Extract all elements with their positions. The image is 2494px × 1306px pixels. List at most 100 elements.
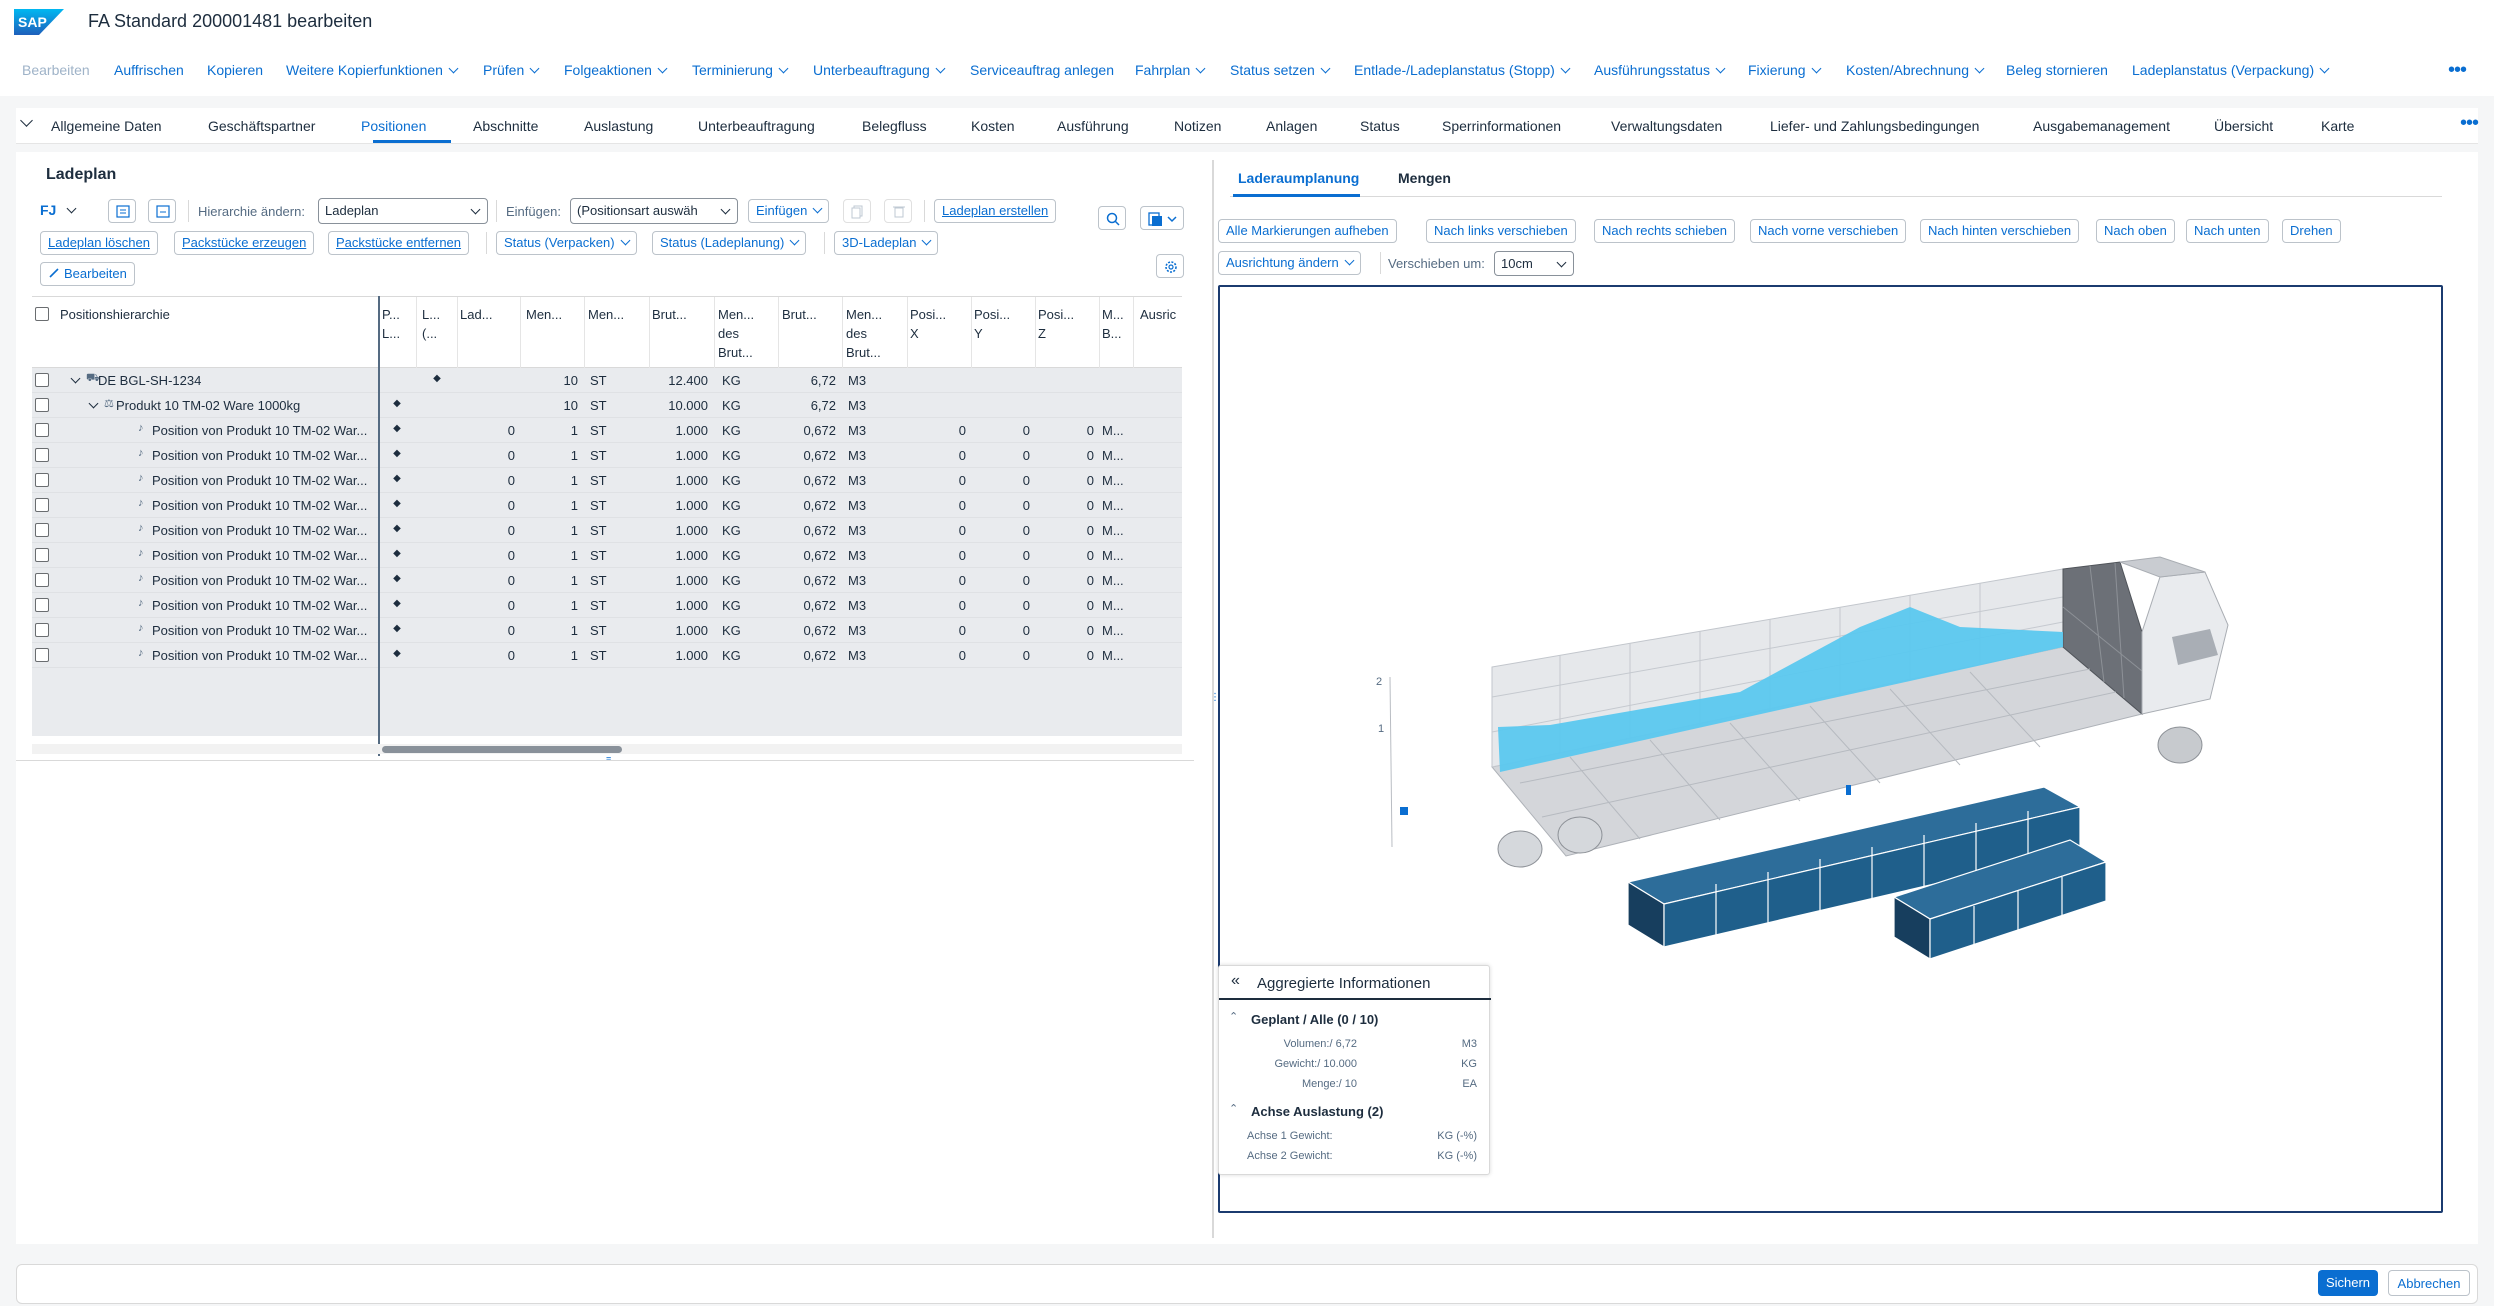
column-divider[interactable] bbox=[416, 297, 417, 369]
column-header[interactable]: Lad... bbox=[460, 305, 493, 324]
tab-ausgabemanagement[interactable]: Ausgabemanagement bbox=[2033, 118, 2170, 134]
view-button-alle-markierungen-aufheben[interactable]: Alle Markierungen aufheben bbox=[1218, 219, 1397, 243]
action-entlade-ladeplanstatus-stopp-[interactable]: Entlade-/Ladeplanstatus (Stopp) bbox=[1354, 62, 1571, 78]
column-header[interactable]: Positionshierarchie bbox=[60, 305, 170, 324]
tab-karte[interactable]: Karte bbox=[2321, 118, 2354, 134]
remove-packages-button[interactable]: Packstücke entfernen bbox=[328, 231, 470, 255]
action-beleg-stornieren[interactable]: Beleg stornieren bbox=[2006, 62, 2108, 78]
export-menu-button[interactable] bbox=[1140, 206, 1184, 230]
expand-row-icon[interactable] bbox=[88, 398, 99, 409]
action-terminierung[interactable]: Terminierung bbox=[692, 62, 789, 78]
expand-row-icon[interactable] bbox=[70, 373, 81, 384]
tab-verwaltungsdaten[interactable]: Verwaltungsdaten bbox=[1611, 118, 1722, 134]
move-by-select[interactable]: 10cm bbox=[1494, 251, 1574, 276]
copy-button[interactable] bbox=[843, 199, 871, 223]
column-header[interactable]: P... L... bbox=[382, 305, 400, 343]
column-header[interactable]: Brut... bbox=[652, 305, 687, 324]
column-header[interactable]: Brut... bbox=[782, 305, 817, 324]
column-divider[interactable] bbox=[520, 297, 521, 369]
action-fixierung[interactable]: Fixierung bbox=[1748, 62, 1822, 78]
table-row[interactable]: ♪ Position von Produkt 10 TM-02 War... ◆ 0 1… bbox=[32, 468, 1182, 493]
row-checkbox[interactable] bbox=[35, 473, 49, 487]
status-loadplan-button[interactable]: Status (Ladeplanung) bbox=[652, 231, 807, 255]
view-button-nach-links-verschieben[interactable]: Nach links verschieben bbox=[1426, 219, 1576, 243]
table-row[interactable]: ♪ Position von Produkt 10 TM-02 War... ◆ 0 1… bbox=[32, 418, 1182, 443]
column-divider[interactable] bbox=[778, 297, 779, 369]
view-button-nach-unten[interactable]: Nach unten bbox=[2186, 219, 2269, 243]
insert-button[interactable]: Einfügen bbox=[748, 199, 830, 223]
orientation-button[interactable]: Ausrichtung ändern bbox=[1218, 251, 1361, 275]
collapse-header-icon[interactable] bbox=[20, 114, 33, 127]
row-checkbox[interactable] bbox=[35, 398, 49, 412]
table-row[interactable]: ♪ Position von Produkt 10 TM-02 War... ◆ 0 1… bbox=[32, 543, 1182, 568]
column-divider[interactable] bbox=[1099, 297, 1100, 369]
tab-kosten[interactable]: Kosten bbox=[971, 118, 1015, 134]
column-header[interactable]: M... B... bbox=[1102, 305, 1124, 343]
action-prüfen[interactable]: Prüfen bbox=[483, 62, 540, 78]
tab-unterbeauftragung[interactable]: Unterbeauftragung bbox=[698, 118, 815, 134]
delete-button[interactable] bbox=[884, 199, 912, 223]
tab-positionen[interactable]: Positionen bbox=[361, 118, 426, 134]
expand-all-button[interactable] bbox=[108, 199, 136, 223]
select-all-checkbox[interactable] bbox=[35, 307, 49, 321]
action-serviceauftrag-anlegen[interactable]: Serviceauftrag anlegen bbox=[970, 62, 1114, 78]
column-header[interactable]: L... (... bbox=[422, 305, 440, 343]
save-button[interactable]: Sichern bbox=[2318, 1270, 2378, 1296]
row-checkbox[interactable] bbox=[35, 523, 49, 537]
tab-abschnitte[interactable]: Abschnitte bbox=[473, 118, 538, 134]
action-unterbeauftragung[interactable]: Unterbeauftragung bbox=[813, 62, 946, 78]
row-checkbox[interactable] bbox=[35, 423, 49, 437]
tab-mengen[interactable]: Mengen bbox=[1398, 170, 1451, 186]
delete-ladeplan-button[interactable]: Ladeplan löschen bbox=[40, 231, 158, 255]
action-status-setzen[interactable]: Status setzen bbox=[1230, 62, 1331, 78]
column-header[interactable]: Men... bbox=[526, 305, 562, 324]
column-divider[interactable] bbox=[907, 297, 908, 369]
tab-status[interactable]: Status bbox=[1360, 118, 1400, 134]
tab-liefer-und-zahlungsbedingungen[interactable]: Liefer- und Zahlungsbedingungen bbox=[1770, 118, 1979, 134]
tab-sperrinformationen[interactable]: Sperrinformationen bbox=[1442, 118, 1561, 134]
scrollbar-thumb[interactable] bbox=[382, 746, 622, 753]
table-resize-grip-icon[interactable]: ≡ bbox=[606, 754, 611, 764]
table-row[interactable]: ⛟ DE BGL-SH-1234 ◆ 10 ST 12.400 KG 6,72 M3 bbox=[32, 368, 1182, 393]
action-folgeaktionen[interactable]: Folgeaktionen bbox=[564, 62, 668, 78]
table-row[interactable]: ♪ Position von Produkt 10 TM-02 War... ◆ 0 1… bbox=[32, 443, 1182, 468]
table-row[interactable]: ♪ Position von Produkt 10 TM-02 War... ◆ 0 1… bbox=[32, 518, 1182, 543]
cancel-button[interactable]: Abbrechen bbox=[2388, 1270, 2470, 1296]
view-button-nach-hinten-verschieben[interactable]: Nach hinten verschieben bbox=[1920, 219, 2080, 243]
tab-belegfluss[interactable]: Belegfluss bbox=[862, 118, 927, 134]
edit-button[interactable]: Bearbeiten bbox=[40, 262, 135, 286]
action-kosten-abrechnung[interactable]: Kosten/Abrechnung bbox=[1846, 62, 1985, 78]
column-divider[interactable] bbox=[1133, 297, 1134, 369]
create-packages-button[interactable]: Packstücke erzeugen bbox=[174, 231, 315, 255]
action-kopieren[interactable]: Kopieren bbox=[207, 62, 263, 78]
create-ladeplan-button[interactable]: Ladeplan erstellen bbox=[934, 199, 1057, 223]
action-bearbeiten[interactable]: Bearbeiten bbox=[22, 62, 90, 78]
tab-laderaumplanung[interactable]: Laderaumplanung bbox=[1238, 170, 1359, 186]
table-row[interactable]: ♪ Position von Produkt 10 TM-02 War... ◆ 0 1… bbox=[32, 618, 1182, 643]
table-row[interactable]: ⚖ Produkt 10 TM-02 Ware 1000kg ◆ 10 ST 10.000… bbox=[32, 393, 1182, 418]
collapse-panel-icon[interactable]: « bbox=[1231, 972, 1240, 990]
planned-section-header[interactable]: Geplant / Alle (0 / 10) bbox=[1251, 1012, 1378, 1027]
row-checkbox[interactable] bbox=[35, 598, 49, 612]
view-button-drehen[interactable]: Drehen bbox=[2282, 219, 2341, 243]
table-row[interactable]: ♪ Position von Produkt 10 TM-02 War... ◆ 0 1… bbox=[32, 593, 1182, 618]
view-button-nach-vorne-verschieben[interactable]: Nach vorne verschieben bbox=[1750, 219, 1907, 243]
3d-ladeplan-button[interactable]: 3D-Ladeplan bbox=[834, 231, 939, 255]
view-button-nach-oben[interactable]: Nach oben bbox=[2096, 219, 2175, 243]
column-divider[interactable] bbox=[714, 297, 715, 369]
row-checkbox[interactable] bbox=[35, 548, 49, 562]
tab-anlagen[interactable]: Anlagen bbox=[1266, 118, 1317, 134]
column-divider[interactable] bbox=[649, 297, 650, 369]
table-row[interactable]: ♪ Position von Produkt 10 TM-02 War... ◆ 0 1… bbox=[32, 493, 1182, 518]
column-header[interactable]: Ausric bbox=[1140, 305, 1176, 324]
action-weitere-kopierfunktionen[interactable]: Weitere Kopierfunktionen bbox=[286, 62, 459, 78]
row-checkbox[interactable] bbox=[35, 623, 49, 637]
action-fahrplan[interactable]: Fahrplan bbox=[1135, 62, 1206, 78]
column-divider[interactable] bbox=[457, 297, 458, 369]
column-divider[interactable] bbox=[1035, 297, 1036, 369]
action-ausführungsstatus[interactable]: Ausführungsstatus bbox=[1594, 62, 1726, 78]
search-button[interactable] bbox=[1098, 206, 1126, 230]
collapse-planned-icon[interactable]: ⌃ bbox=[1229, 1010, 1238, 1023]
tabs-overflow-icon[interactable]: ••• bbox=[2460, 112, 2479, 135]
tab-auslastung[interactable]: Auslastung bbox=[584, 118, 653, 134]
